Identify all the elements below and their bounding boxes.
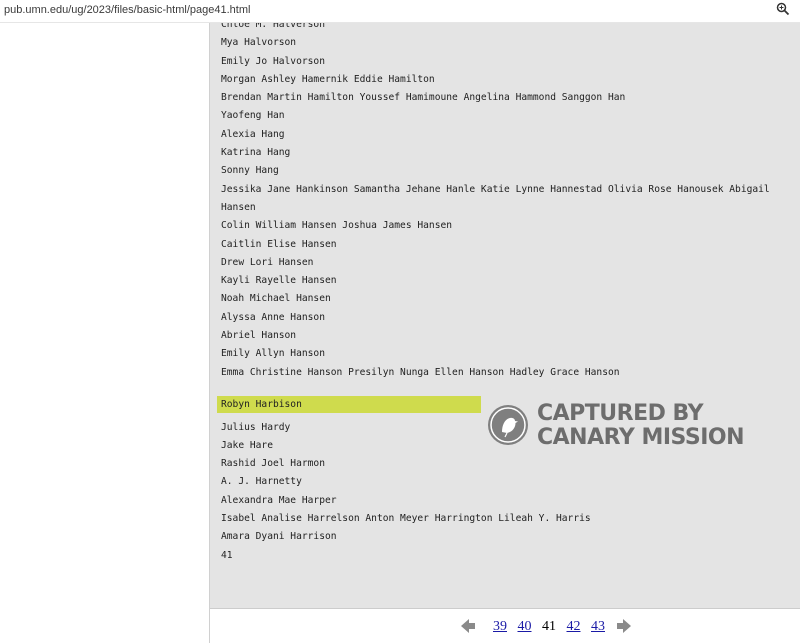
list-item-text: Isabel Analise Harrelson Anton Meyer Har… <box>221 513 591 525</box>
list-item: Drew Lori Hansen <box>221 254 796 272</box>
list-item-text: Kayli Rayelle Hansen <box>221 275 337 287</box>
url-text[interactable]: pub.umn.edu/ug/2023/files/basic-html/pag… <box>4 4 250 16</box>
watermark-line-1: CAPTURED BY <box>537 401 704 426</box>
list-item: Brendan Martin Hamilton Youssef Hamimoun… <box>221 89 796 107</box>
list-item-text: Mya Halvorson <box>221 37 297 49</box>
zoom-icon[interactable] <box>776 2 790 16</box>
list-item-text: Emily Allyn Hanson <box>221 348 325 360</box>
list-item-text: Alyssa Anne Hanson <box>221 311 325 323</box>
list-item: Caitlin Elise Hansen <box>221 236 796 254</box>
list-item: Morgan Ashley Hamernik Eddie Hamilton <box>221 71 796 89</box>
list-item-text: A. J. Harnetty <box>221 476 302 488</box>
list-item-text: Jessika Jane Hankinson Samantha Jehane H… <box>221 183 770 195</box>
list-item: Katrina Hang <box>221 144 796 162</box>
current-page: 41 <box>542 619 556 634</box>
list-item-text: Morgan Ashley Hamernik Eddie Hamilton <box>221 73 435 85</box>
list-item: Chloe M. Halverson <box>221 23 796 34</box>
highlighted-name: Robyn Harbison <box>221 399 302 410</box>
list-item: Emily Allyn Hanson <box>221 345 796 363</box>
list-item-text: Emily Jo Halvorson <box>221 55 325 67</box>
pager: 39 40 41 42 43 <box>493 619 605 639</box>
list-item-text: Abriel Hanson <box>221 330 297 342</box>
list-item: Noah Michael Hansen <box>221 290 796 308</box>
list-item: Colin William Hansen Joshua James Hansen <box>221 217 796 235</box>
list-item: Jessika Jane Hankinson Samantha Jehane H… <box>221 181 796 199</box>
list-item: Sonny Hang <box>221 162 796 180</box>
page-link-39[interactable]: 39 <box>493 619 507 634</box>
list-item-text: Amara Dyani Harrison <box>221 531 337 543</box>
watermark-line-2: CANARY MISSION <box>537 425 745 450</box>
name-list: Chloe M. Halverson Mya Halvorson Emily Jo … <box>221 23 796 565</box>
list-item: Alyssa Anne Hanson <box>221 309 796 327</box>
list-item: Isabel Analise Harrelson Anton Meyer Har… <box>221 510 796 528</box>
page-link-43[interactable]: 43 <box>591 619 605 634</box>
list-item-text: Rashid Joel Harmon <box>221 458 325 470</box>
list-item-text: Julius Hardy <box>221 421 291 433</box>
address-bar[interactable]: pub.umn.edu/ug/2023/files/basic-html/pag… <box>0 0 800 23</box>
list-item: Alexia Hang <box>221 126 796 144</box>
list-item-text: Noah Michael Hansen <box>221 293 331 305</box>
list-item: Mya Halvorson <box>221 34 796 52</box>
list-item: Emily Jo Halvorson <box>221 53 796 71</box>
list-item: Rashid Joel Harmon <box>221 455 796 473</box>
list-item: Abriel Hanson <box>221 327 796 345</box>
list-item: 41 <box>221 547 796 565</box>
list-item: Amara Dyani Harrison <box>221 528 796 546</box>
document-page: Chloe M. Halverson Mya Halvorson Emily Jo … <box>210 23 800 608</box>
watermark: CAPTURED BY CANARY MISSION <box>488 402 788 454</box>
list-item-text: Brendan Martin Hamilton Youssef Hamimoun… <box>221 92 626 104</box>
list-item: A. J. Harnetty <box>221 473 796 491</box>
list-item: Yaofeng Han <box>221 107 796 125</box>
list-item-text: Colin William Hansen Joshua James Hansen <box>221 220 453 232</box>
list-item-text: Yaofeng Han <box>221 110 285 122</box>
list-item: Kayli Rayelle Hansen <box>221 272 796 290</box>
list-item-text: Hansen <box>221 201 256 213</box>
list-item-text: Katrina Hang <box>221 147 291 159</box>
list-item-text: Jake Hare <box>221 439 273 451</box>
list-item-text: Caitlin Elise Hansen <box>221 238 337 250</box>
list-item-text: Drew Lori Hansen <box>221 256 314 268</box>
page-footer: 39 40 41 42 43 <box>210 608 800 644</box>
list-item: Hansen <box>221 199 796 217</box>
canary-logo-icon <box>488 405 528 445</box>
page-link-42[interactable]: 42 <box>567 619 581 634</box>
list-item-text: Chloe M. Halverson <box>221 23 325 30</box>
list-item-text: 41 <box>221 549 233 561</box>
left-blank-pane <box>0 23 210 643</box>
list-item-text: Sonny Hang <box>221 165 279 177</box>
list-item: Alexandra Mae Harper <box>221 492 796 510</box>
list-item: Emma Christine Hanson Presilyn Nunga Ell… <box>221 364 796 382</box>
page-link-40[interactable]: 40 <box>518 619 532 634</box>
right-arrow-icon[interactable] <box>616 618 632 634</box>
list-item-text: Alexia Hang <box>221 128 285 140</box>
list-item-text: Alexandra Mae Harper <box>221 494 337 506</box>
list-item-text: Emma Christine Hanson Presilyn Nunga Ell… <box>221 366 620 378</box>
left-arrow-icon[interactable] <box>460 618 476 634</box>
